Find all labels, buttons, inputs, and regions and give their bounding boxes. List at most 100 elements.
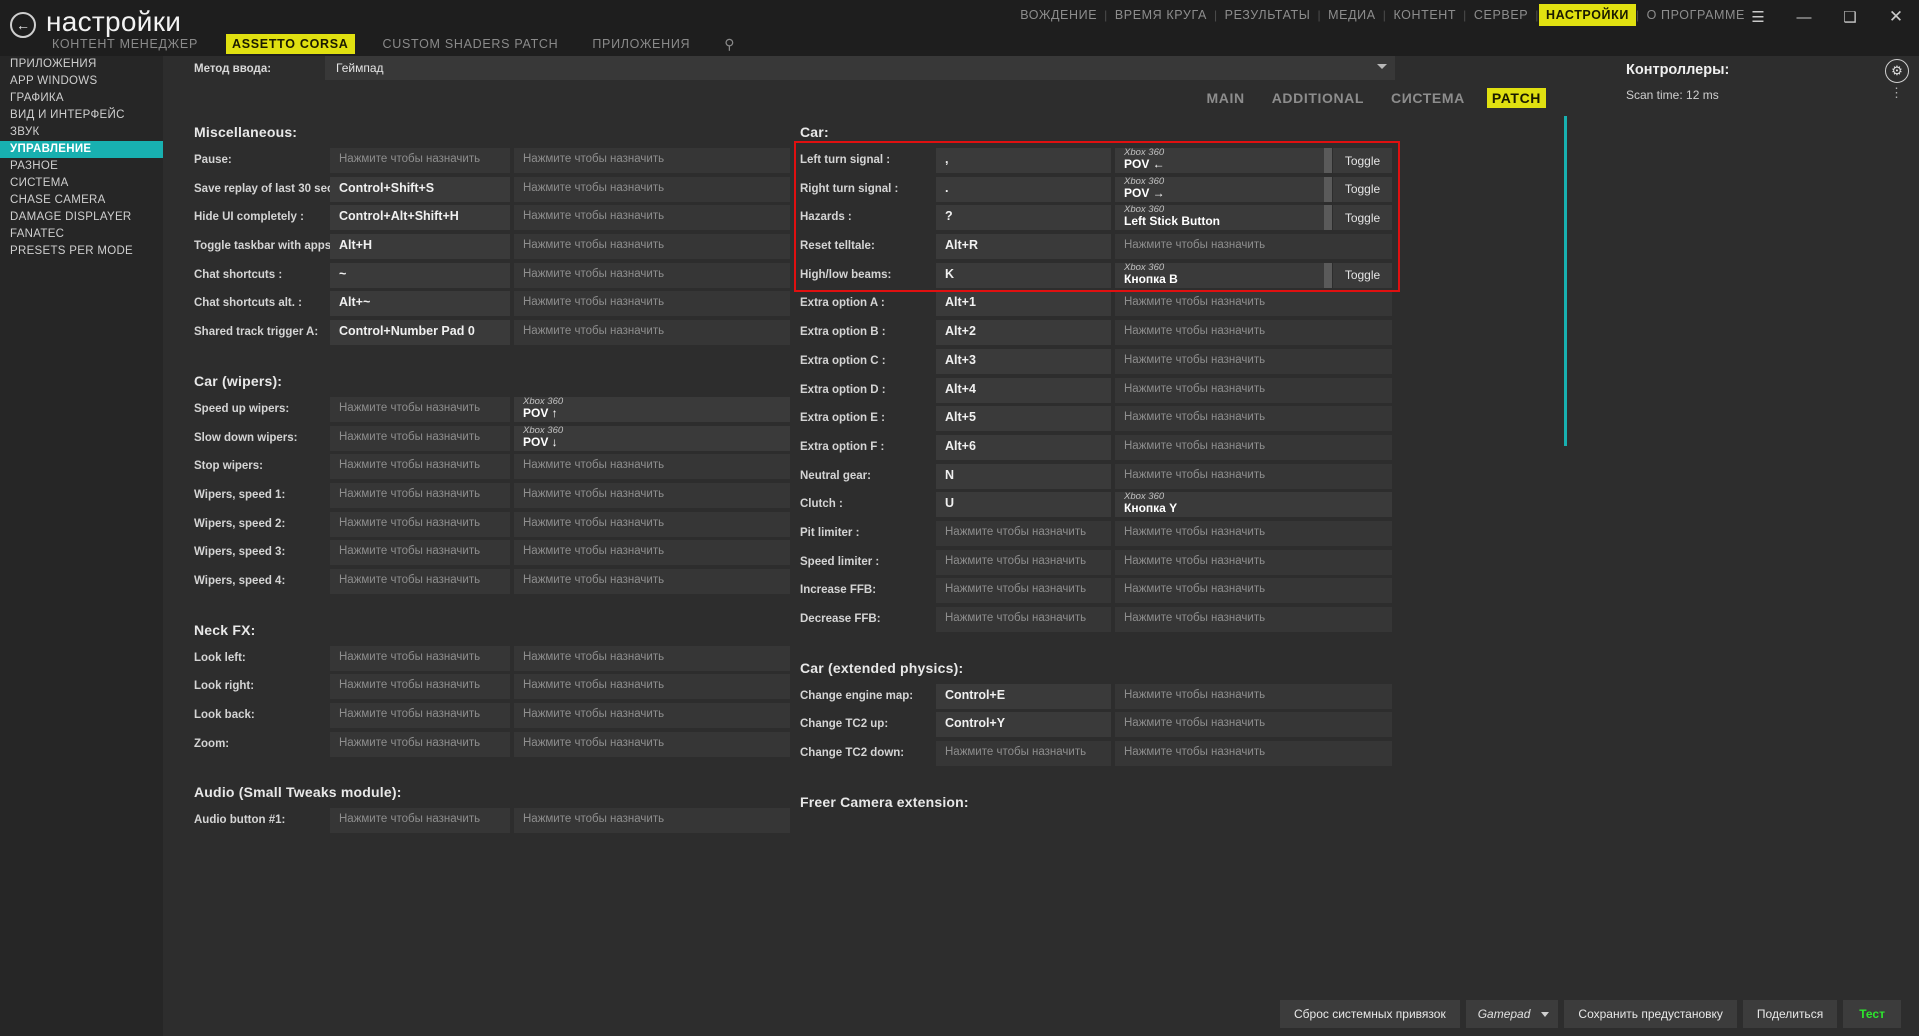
keyboard-binding-cell[interactable]: Control+E <box>936 684 1111 709</box>
keyboard-binding-cell[interactable]: Нажмите чтобы назначить <box>330 483 510 508</box>
keyboard-binding-cell[interactable]: Alt+5 <box>936 406 1111 431</box>
toggle-grip[interactable] <box>1324 148 1332 173</box>
hamburger-icon[interactable]: ☰ <box>1735 0 1781 34</box>
preset-select[interactable]: Gamepad <box>1466 1000 1559 1028</box>
keyboard-binding-cell[interactable]: Нажмите чтобы назначить <box>936 521 1111 546</box>
keyboard-binding-cell[interactable]: Alt+R <box>936 234 1111 259</box>
sidebar-item-3[interactable]: ВИД И ИНТЕРФЕЙС <box>0 107 163 124</box>
subtab-item-1[interactable]: ASSETTO CORSA <box>226 34 355 54</box>
subtab-item-2[interactable]: CUSTOM SHADERS PATCH <box>377 34 565 54</box>
subtab-item-3[interactable]: ПРИЛОЖЕНИЯ <box>586 34 696 54</box>
minimize-icon[interactable]: — <box>1781 0 1827 34</box>
keyboard-binding-cell[interactable]: Нажмите чтобы назначить <box>330 569 510 594</box>
device-binding-cell[interactable]: Нажмите чтобы назначить <box>514 569 790 594</box>
device-binding-cell[interactable]: Нажмите чтобы назначить <box>1115 435 1392 460</box>
device-binding-cell[interactable]: Нажмите чтобы назначить <box>1115 550 1392 575</box>
topnav-item-3[interactable]: МЕДИА <box>1321 4 1383 26</box>
keyboard-binding-cell[interactable]: , <box>936 148 1111 173</box>
keyboard-binding-cell[interactable]: Alt+1 <box>936 291 1111 316</box>
toggle-button[interactable]: Toggle <box>1333 263 1392 288</box>
device-binding-cell[interactable]: Нажмите чтобы назначить <box>1115 320 1392 345</box>
device-binding-cell[interactable]: Нажмите чтобы назначить <box>514 291 790 316</box>
device-binding-cell[interactable]: Нажмите чтобы назначить <box>514 732 790 757</box>
keyboard-binding-cell[interactable]: Control+Shift+S <box>330 177 510 202</box>
device-binding-cell[interactable]: Xbox 360Кнопка Y <box>1115 492 1392 517</box>
toggle-button[interactable]: Toggle <box>1333 205 1392 230</box>
device-binding-cell[interactable]: Xbox 360POV ↑ <box>514 397 790 422</box>
keyboard-binding-cell[interactable]: Control+Alt+Shift+H <box>330 205 510 230</box>
keyboard-binding-cell[interactable]: N <box>936 464 1111 489</box>
keyboard-binding-cell[interactable]: Alt+2 <box>936 320 1111 345</box>
device-binding-cell[interactable]: Нажмите чтобы назначить <box>514 674 790 699</box>
device-binding-cell[interactable]: Нажмите чтобы назначить <box>1115 741 1392 766</box>
device-binding-cell[interactable]: Нажмите чтобы назначить <box>1115 578 1392 603</box>
keyboard-binding-cell[interactable]: U <box>936 492 1111 517</box>
keyboard-binding-cell[interactable]: Нажмите чтобы назначить <box>330 512 510 537</box>
device-binding-cell[interactable]: Нажмите чтобы назначить <box>1115 291 1392 316</box>
keyboard-binding-cell[interactable]: Нажмите чтобы назначить <box>330 646 510 671</box>
scroll-indicator[interactable] <box>1564 116 1567 446</box>
sidebar-item-7[interactable]: СИСТЕМА <box>0 175 163 192</box>
keyboard-binding-cell[interactable]: Нажмите чтобы назначить <box>330 454 510 479</box>
keyboard-binding-cell[interactable]: Нажмите чтобы назначить <box>936 578 1111 603</box>
device-binding-cell[interactable]: Нажмите чтобы назначить <box>1115 684 1392 709</box>
device-binding-cell[interactable]: Нажмите чтобы назначить <box>514 263 790 288</box>
back-arrow-icon[interactable]: ← <box>10 12 36 38</box>
device-binding-cell[interactable]: Нажмите чтобы назначить <box>514 205 790 230</box>
topnav-item-5[interactable]: СЕРВЕР <box>1467 4 1535 26</box>
keyboard-binding-cell[interactable]: Alt+6 <box>936 435 1111 460</box>
toggle-grip[interactable] <box>1324 205 1332 230</box>
device-binding-cell[interactable]: Нажмите чтобы назначить <box>514 703 790 728</box>
reset-system-bindings-button[interactable]: Сброс системных привязок <box>1280 1000 1460 1028</box>
device-binding-cell[interactable]: Нажмите чтобы назначить <box>514 454 790 479</box>
keyboard-binding-cell[interactable]: Нажмите чтобы назначить <box>330 703 510 728</box>
keyboard-binding-cell[interactable]: Alt+3 <box>936 349 1111 374</box>
device-binding-cell[interactable]: Нажмите чтобы назначить <box>1115 521 1392 546</box>
topnav-item-2[interactable]: РЕЗУЛЬТАТЫ <box>1218 4 1318 26</box>
keyboard-binding-cell[interactable]: Alt+4 <box>936 378 1111 403</box>
mode-tab-1[interactable]: ADDITIONAL <box>1267 88 1369 108</box>
device-binding-cell[interactable]: Нажмите чтобы назначить <box>514 234 790 259</box>
toggle-button[interactable]: Toggle <box>1333 177 1392 202</box>
save-preset-button[interactable]: Сохранить предустановку <box>1564 1000 1737 1028</box>
test-button[interactable]: Тест <box>1843 1000 1901 1028</box>
device-binding-cell[interactable]: Нажмите чтобы назначить <box>514 646 790 671</box>
device-binding-cell[interactable]: Xbox 360POV ↓ <box>514 426 790 451</box>
keyboard-binding-cell[interactable]: Alt+H <box>330 234 510 259</box>
device-binding-cell[interactable]: Нажмите чтобы назначить <box>1115 378 1392 403</box>
sidebar-item-6[interactable]: РАЗНОЕ <box>0 158 163 175</box>
mode-tab-3[interactable]: PATCH <box>1487 88 1546 108</box>
device-binding-cell[interactable]: Xbox 360POV ← <box>1115 148 1325 173</box>
device-binding-cell[interactable]: Нажмите чтобы назначить <box>1115 406 1392 431</box>
gear-icon[interactable]: ⚙ <box>1885 59 1909 83</box>
device-binding-cell[interactable]: Нажмите чтобы назначить <box>514 512 790 537</box>
device-binding-cell[interactable]: Нажмите чтобы назначить <box>514 320 790 345</box>
keyboard-binding-cell[interactable]: Alt+~ <box>330 291 510 316</box>
topnav-item-6[interactable]: НАСТРОЙКИ <box>1539 4 1636 26</box>
keyboard-binding-cell[interactable]: ? <box>936 205 1111 230</box>
keyboard-binding-cell[interactable]: ~ <box>330 263 510 288</box>
toggle-button[interactable]: Toggle <box>1333 148 1392 173</box>
device-binding-cell[interactable]: Нажмите чтобы назначить <box>1115 234 1392 259</box>
device-binding-cell[interactable]: Нажмите чтобы назначить <box>514 177 790 202</box>
device-binding-cell[interactable]: Нажмите чтобы назначить <box>514 483 790 508</box>
device-binding-cell[interactable]: Xbox 360Left Stick Button <box>1115 205 1325 230</box>
search-icon[interactable]: ⚲ <box>724 36 735 53</box>
keyboard-binding-cell[interactable]: Нажмите чтобы назначить <box>330 540 510 565</box>
sidebar-item-10[interactable]: FANATEC <box>0 226 163 243</box>
keyboard-binding-cell[interactable]: Нажмите чтобы назначить <box>936 741 1111 766</box>
mode-tab-2[interactable]: СИСТЕМА <box>1386 88 1470 108</box>
keyboard-binding-cell[interactable]: Нажмите чтобы назначить <box>936 607 1111 632</box>
maximize-icon[interactable]: ❑ <box>1827 0 1873 34</box>
device-binding-cell[interactable]: Нажмите чтобы назначить <box>1115 607 1392 632</box>
close-icon[interactable]: ✕ <box>1873 0 1919 34</box>
subtab-item-0[interactable]: КОНТЕНТ МЕНЕДЖЕР <box>46 34 204 54</box>
device-binding-cell[interactable]: Xbox 360POV → <box>1115 177 1325 202</box>
device-binding-cell[interactable]: Нажмите чтобы назначить <box>1115 464 1392 489</box>
toggle-grip[interactable] <box>1324 263 1332 288</box>
input-method-select[interactable]: Геймпад <box>325 56 1395 80</box>
keyboard-binding-cell[interactable]: Нажмите чтобы назначить <box>936 550 1111 575</box>
keyboard-binding-cell[interactable]: Нажмите чтобы назначить <box>330 148 510 173</box>
keyboard-binding-cell[interactable]: Нажмите чтобы назначить <box>330 674 510 699</box>
sidebar-item-5[interactable]: УПРАВЛЕНИЕ <box>0 141 163 158</box>
